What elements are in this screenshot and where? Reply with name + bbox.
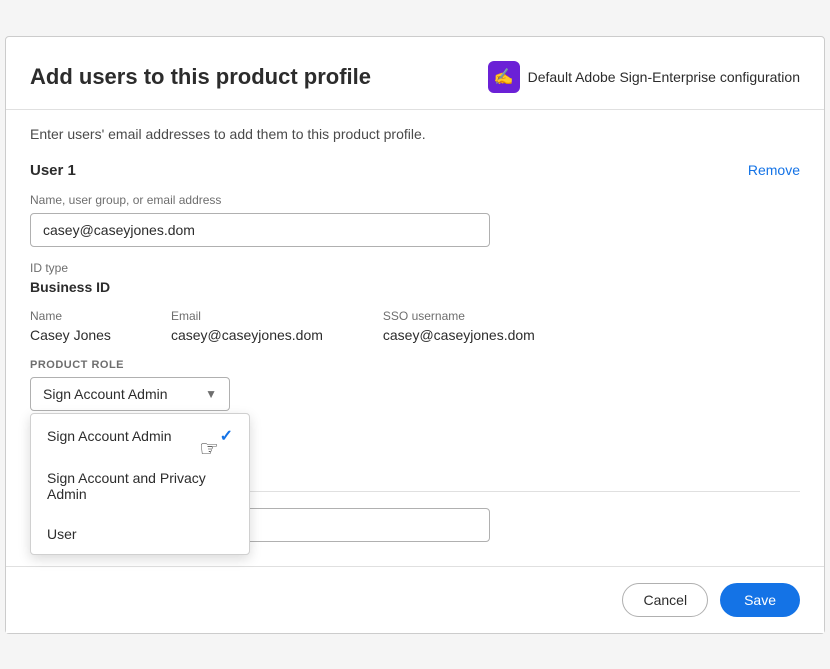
dropdown-item-label: Sign Account and Privacy Admin	[47, 470, 233, 502]
dropdown-menu: Sign Account Admin ✓ ☞ Sign Account and …	[30, 413, 250, 555]
email-info-label: Email	[171, 309, 323, 323]
user-header-row: User 1 Remove	[30, 162, 800, 179]
id-type-label: ID type	[30, 261, 800, 275]
subtitle-text: Enter users' email addresses to add them…	[30, 126, 800, 142]
email-info-value: casey@caseyjones.dom	[171, 327, 323, 343]
email-col: Email casey@caseyjones.dom	[171, 309, 323, 343]
sso-label: SSO username	[383, 309, 535, 323]
email-input[interactable]	[30, 213, 490, 247]
modal-footer: Cancel Save	[6, 566, 824, 633]
body-content: Enter users' email addresses to add them…	[6, 110, 824, 566]
user-section: User 1 Remove Name, user group, or email…	[30, 162, 800, 411]
save-button[interactable]: Save	[720, 583, 800, 617]
sso-col: SSO username casey@caseyjones.dom	[383, 309, 535, 343]
sso-value: casey@caseyjones.dom	[383, 327, 535, 343]
dropdown-item-sign-privacy-admin[interactable]: Sign Account and Privacy Admin	[31, 458, 249, 514]
email-field-label: Name, user group, or email address	[30, 193, 800, 207]
product-role-label: PRODUCT ROLE	[30, 359, 800, 371]
name-label: Name	[30, 309, 111, 323]
page-title: Add users to this product profile	[30, 64, 371, 90]
adobe-sign-icon: ✍	[488, 61, 520, 93]
modal-window: Add users to this product profile ✍ Defa…	[5, 36, 825, 634]
dropdown-item-sign-account-admin[interactable]: Sign Account Admin ✓ ☞	[31, 414, 249, 458]
product-role-dropdown[interactable]: Sign Account Admin ▼	[30, 377, 230, 411]
check-icon: ✓	[220, 426, 233, 446]
chevron-down-icon: ▼	[205, 387, 217, 401]
user-label: User 1	[30, 162, 76, 179]
dropdown-item-user[interactable]: User	[31, 514, 249, 554]
product-role-section: PRODUCT ROLE Sign Account Admin ▼ Sign A…	[30, 359, 800, 411]
sign-icon-symbol: ✍	[494, 67, 514, 87]
id-type-value: Business ID	[30, 279, 800, 295]
config-label: Default Adobe Sign-Enterprise configurat…	[528, 69, 800, 85]
dropdown-item-label: User	[47, 526, 77, 542]
remove-button[interactable]: Remove	[748, 162, 800, 178]
id-type-section: ID type Business ID	[30, 261, 800, 295]
user-info-row: Name Casey Jones Email casey@caseyjones.…	[30, 309, 800, 343]
header-left: Add users to this product profile	[30, 64, 371, 90]
name-value: Casey Jones	[30, 327, 111, 343]
dropdown-item-label: Sign Account Admin	[47, 428, 172, 444]
modal-header: Add users to this product profile ✍ Defa…	[6, 37, 824, 110]
selected-role-text: Sign Account Admin	[43, 386, 168, 402]
name-col: Name Casey Jones	[30, 309, 111, 343]
cancel-button[interactable]: Cancel	[622, 583, 708, 617]
header-right: ✍ Default Adobe Sign-Enterprise configur…	[488, 61, 800, 93]
